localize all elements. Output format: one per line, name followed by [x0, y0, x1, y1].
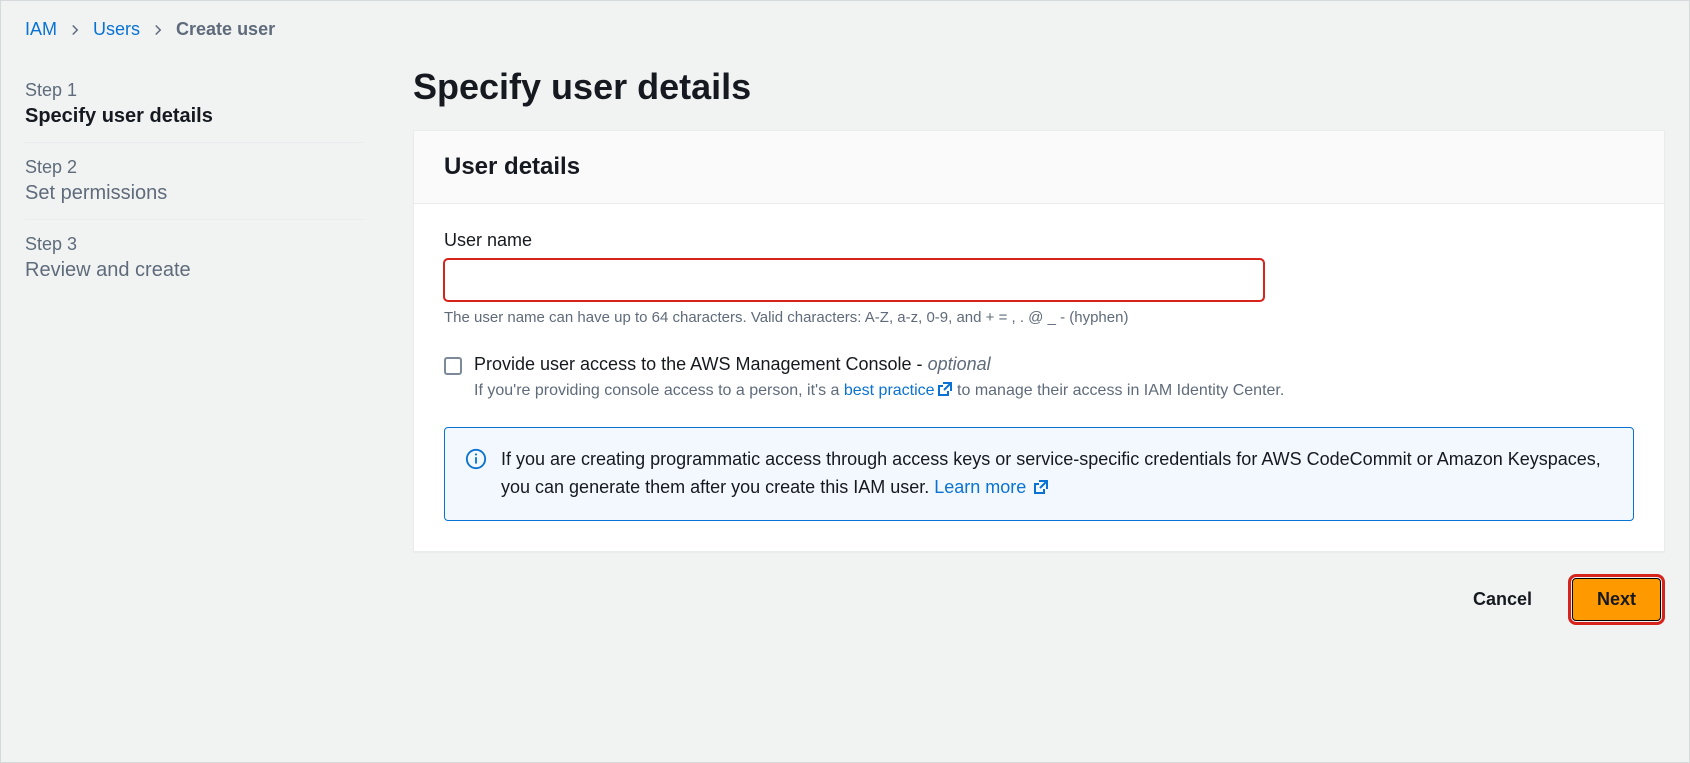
panel-title: User details	[444, 153, 1634, 181]
external-link-icon	[1033, 479, 1049, 495]
step-title: Set permissions	[25, 182, 365, 205]
breadcrumb: IAM Users Create user	[1, 1, 1689, 48]
wizard-steps: Step 1 Specify user details Step 2 Set p…	[25, 66, 365, 738]
username-label: User name	[444, 230, 1634, 251]
step-number: Step 2	[25, 157, 365, 178]
next-button[interactable]: Next	[1572, 578, 1661, 621]
chevron-right-icon	[152, 24, 164, 36]
info-icon	[465, 448, 487, 502]
external-link-icon	[937, 381, 953, 397]
cancel-button[interactable]: Cancel	[1449, 579, 1556, 620]
step-number: Step 1	[25, 80, 365, 101]
console-access-help: If you're providing console access to a …	[474, 379, 1634, 403]
breadcrumb-current: Create user	[176, 19, 275, 40]
info-alert: If you are creating programmatic access …	[444, 427, 1634, 521]
wizard-step-3[interactable]: Step 3 Review and create	[25, 220, 365, 296]
console-access-label: Provide user access to the AWS Managemen…	[474, 354, 1634, 375]
breadcrumb-users[interactable]: Users	[93, 19, 140, 40]
info-alert-text: If you are creating programmatic access …	[501, 446, 1613, 502]
best-practice-link[interactable]: best practice	[844, 382, 953, 399]
step-number: Step 3	[25, 234, 365, 255]
step-title: Review and create	[25, 259, 365, 282]
console-access-row: Provide user access to the AWS Managemen…	[444, 354, 1634, 403]
step-title: Specify user details	[25, 105, 365, 128]
chevron-right-icon	[69, 24, 81, 36]
breadcrumb-iam[interactable]: IAM	[25, 19, 57, 40]
panel-header: User details	[414, 131, 1664, 204]
wizard-footer: Cancel Next	[413, 552, 1665, 625]
username-hint: The user name can have up to 64 characte…	[444, 309, 1634, 326]
username-input[interactable]	[444, 259, 1264, 301]
wizard-step-1[interactable]: Step 1 Specify user details	[25, 66, 365, 143]
learn-more-link[interactable]: Learn more	[934, 477, 1049, 497]
page-title: Specify user details	[413, 66, 1665, 108]
console-access-checkbox[interactable]	[444, 357, 462, 375]
user-details-panel: User details User name The user name can…	[413, 130, 1665, 552]
wizard-step-2[interactable]: Step 2 Set permissions	[25, 143, 365, 220]
